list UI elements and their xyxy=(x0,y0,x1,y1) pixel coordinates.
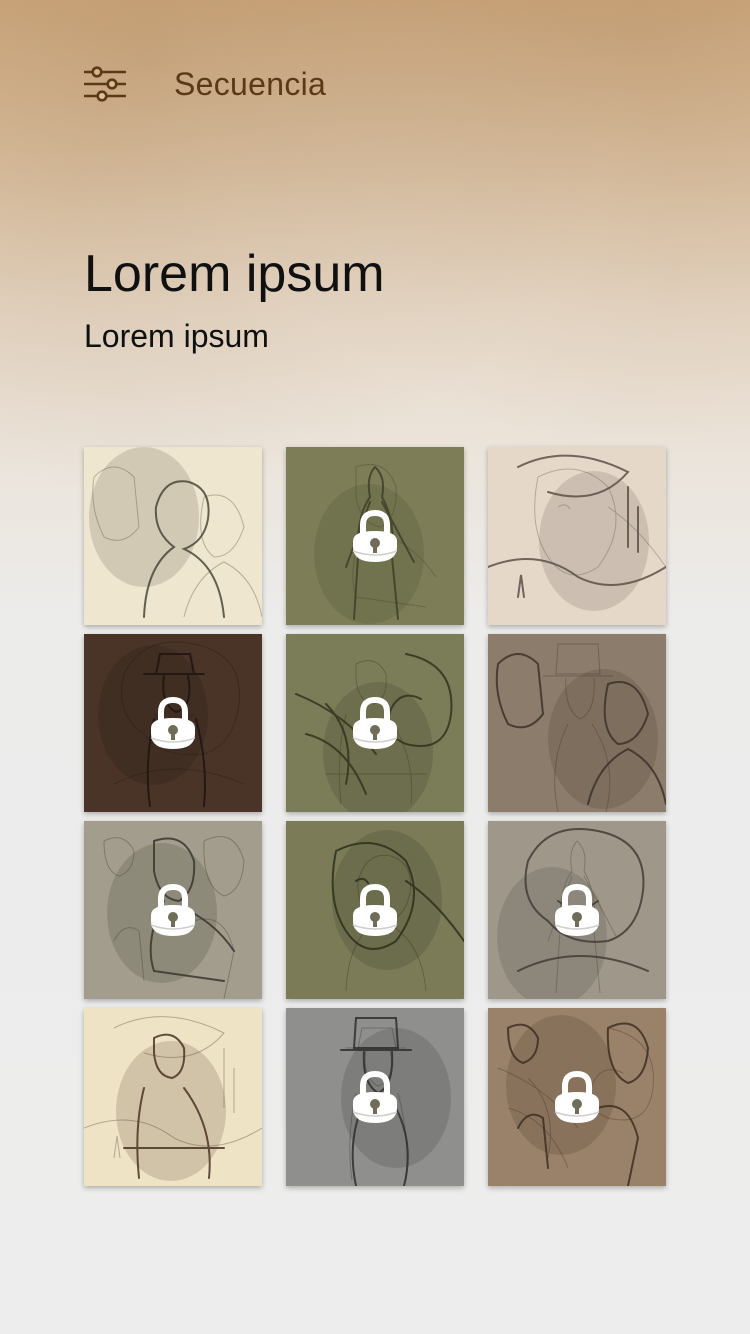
padlock-icon xyxy=(352,696,398,749)
gallery-tile-desert-giant-landscape[interactable] xyxy=(488,447,666,625)
gallery-tile-nautilus-creature-sketch[interactable] xyxy=(286,634,464,812)
gallery-tile-man-top-hat-grey[interactable] xyxy=(286,1008,464,1186)
sliders-icon[interactable] xyxy=(84,66,126,102)
gallery-tile-curly-haired-woman[interactable] xyxy=(488,821,666,999)
gallery-tile-man-in-hat-interior[interactable] xyxy=(84,634,262,812)
padlock-icon xyxy=(352,1070,398,1123)
page-title: Lorem ipsum xyxy=(84,245,385,303)
old-man-sketch-artwork xyxy=(89,447,262,618)
gallery-tile-bearded-man-seated[interactable] xyxy=(84,1008,262,1186)
padlock-icon xyxy=(554,1070,600,1123)
artwork-gallery xyxy=(84,447,666,1186)
padlock-icon xyxy=(150,883,196,936)
gallery-tile-women-sketch-study[interactable] xyxy=(488,1008,666,1186)
gallery-tile-old-man-sketch[interactable] xyxy=(84,447,262,625)
app-title: Secuencia xyxy=(174,65,327,102)
page-subtitle: Lorem ipsum xyxy=(84,318,269,354)
gallery-tile-figure-sketch-green[interactable] xyxy=(286,447,464,625)
bearded-man-seated-artwork xyxy=(84,1016,262,1181)
padlock-icon xyxy=(150,696,196,749)
gallery-tile-creature-head-sketch[interactable] xyxy=(286,821,464,999)
app-header: Secuencia xyxy=(84,62,326,106)
padlock-icon xyxy=(352,883,398,936)
desert-giant-landscape-artwork xyxy=(488,454,666,611)
padlock-icon xyxy=(352,509,398,562)
gallery-tile-hooded-woman-sitting[interactable] xyxy=(84,821,262,999)
masked-figure-and-woman-artwork xyxy=(495,643,666,812)
padlock-icon xyxy=(554,883,600,936)
gallery-tile-masked-figure-and-woman[interactable] xyxy=(488,634,666,812)
